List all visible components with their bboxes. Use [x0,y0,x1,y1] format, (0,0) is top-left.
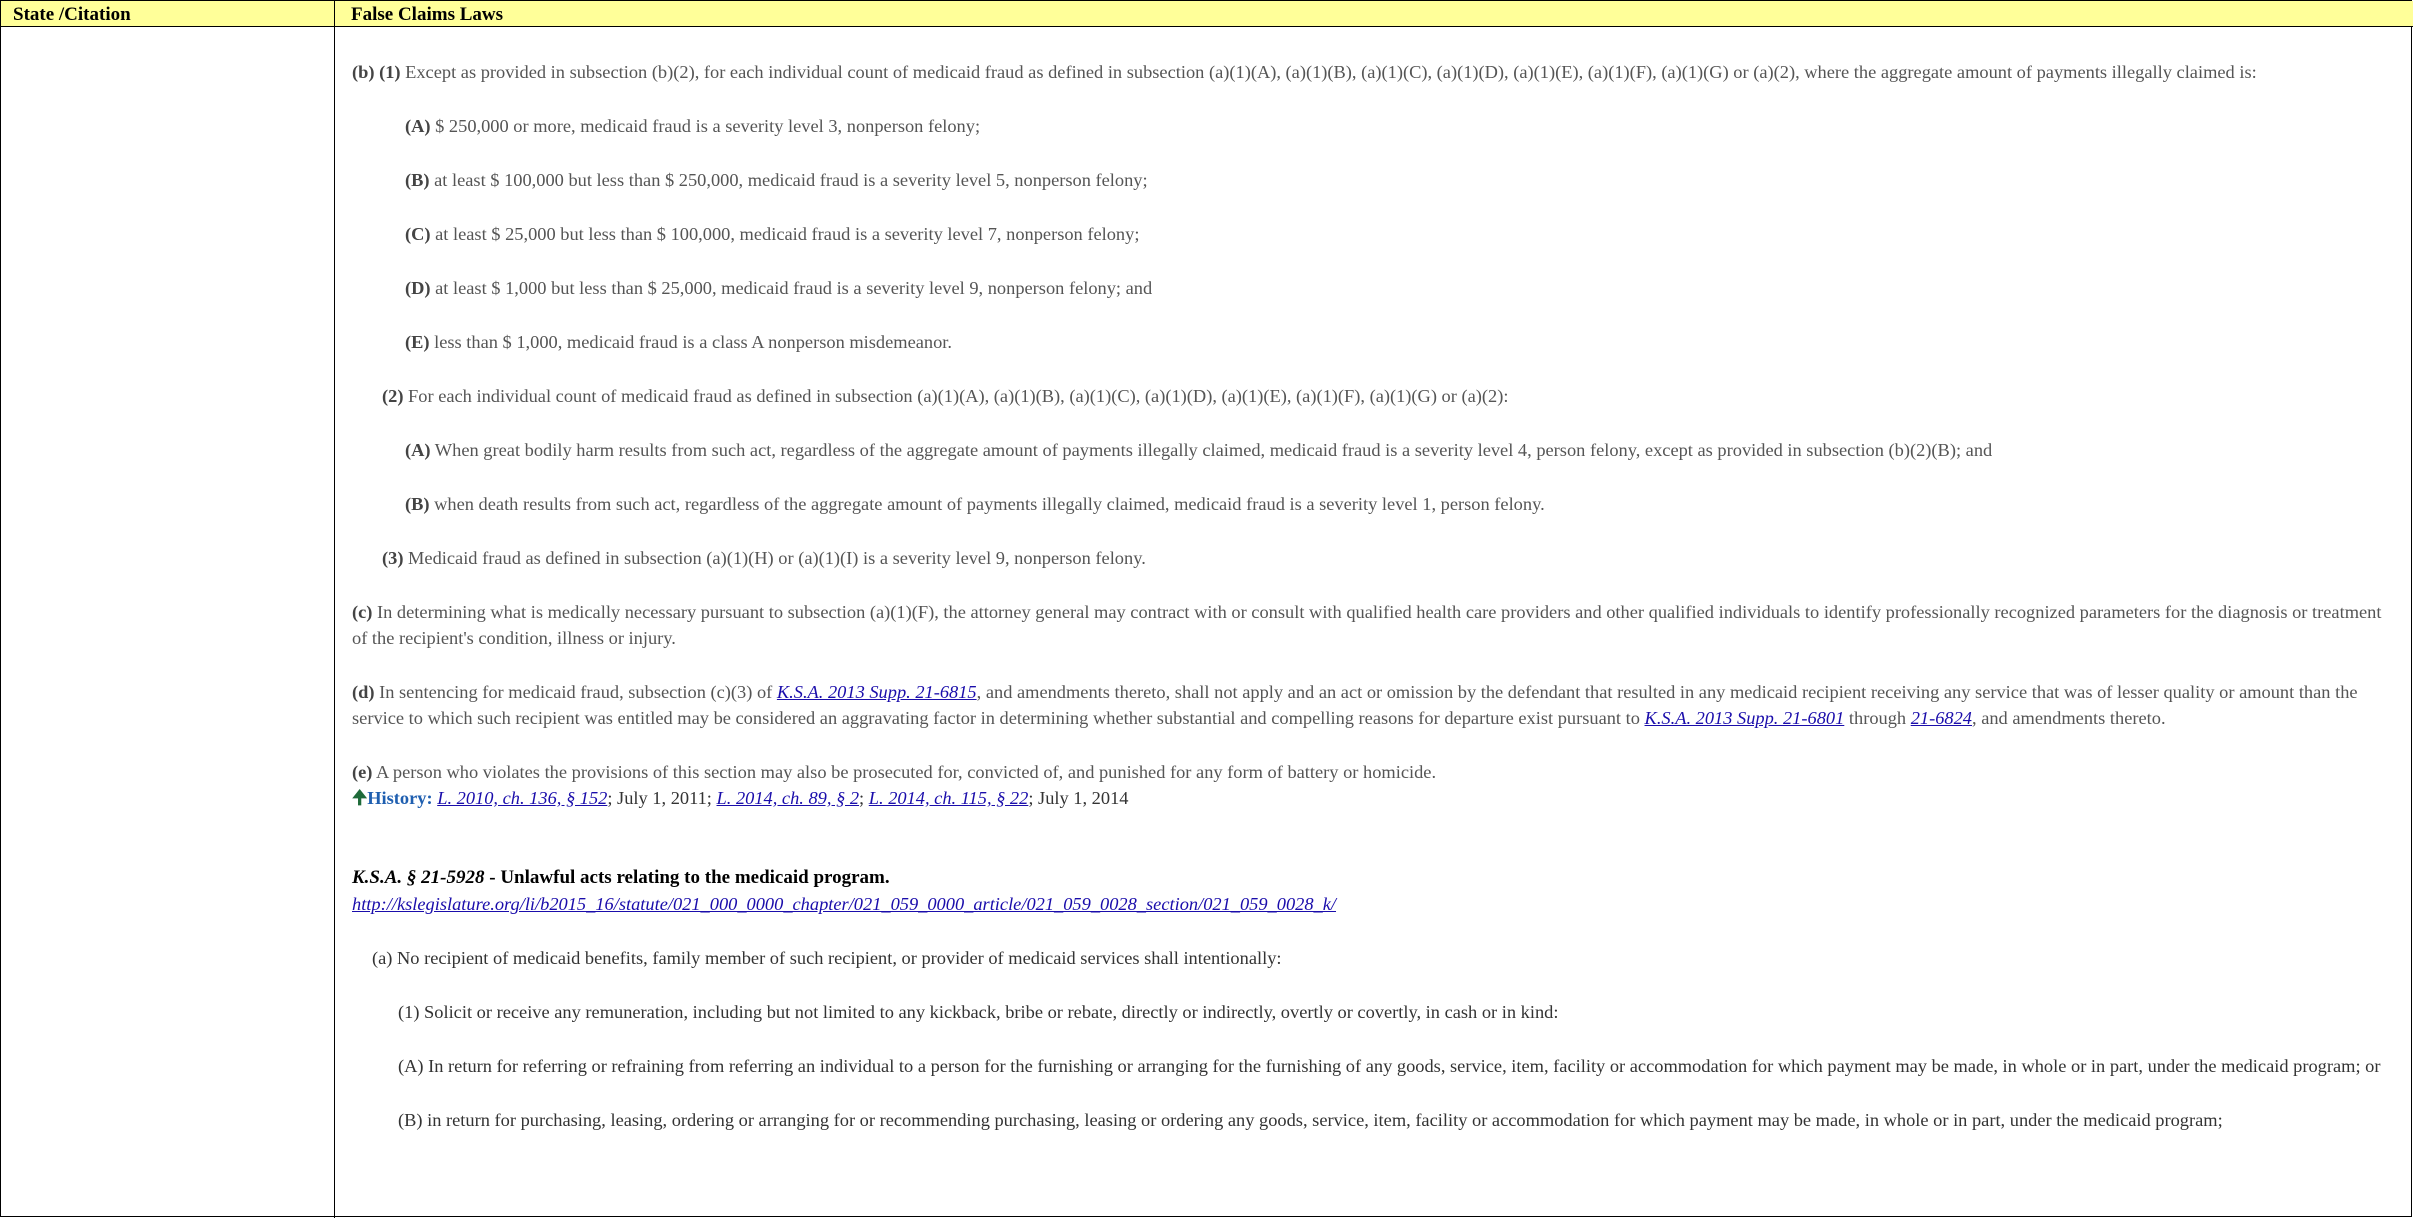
header-state-citation: State /Citation [13,4,131,25]
subsection-d: (d) In sentencing for medicaid fraud, su… [352,679,2392,731]
text: Medicaid fraud as defined in subsection … [403,548,1146,568]
text: A person who violates the provisions of … [372,762,1437,782]
column-divider [334,1,335,1218]
subsection-b2: (2) For each individual count of medicai… [352,383,2392,409]
label: (C) [405,224,431,244]
item-b1A: (A) $ 250,000 or more, medicaid fraud is… [352,113,2392,139]
link-history-3[interactable]: L. 2014, ch. 115, § 22 [869,788,1029,808]
label: (B) [405,170,430,190]
link-ksa-21-6815[interactable]: K.S.A. 2013 Supp. 21-6815 [777,682,977,702]
label: (D) [405,278,431,298]
subsection-b1: (b) (1) Except as provided in subsection… [352,59,2392,85]
subsection-c: (c) In determining what is medically nec… [352,599,2392,651]
section-title: - Unlawful acts relating to the medicaid… [484,867,890,888]
label: (A) [405,116,431,136]
label: (B) [405,494,430,514]
section-url-link[interactable]: http://kslegislature.org/li/b2015_16/sta… [352,894,1336,914]
text: when death results from such act, regard… [429,494,1545,514]
text: through [1844,708,1911,728]
header-false-claims-laws: False Claims Laws [351,4,503,25]
text: ; July 1, 2011; [607,788,717,808]
text: at least $ 25,000 but less than $ 100,00… [430,224,1140,244]
link-21-6824[interactable]: 21-6824 [1911,708,1972,728]
text: In determining what is medically necessa… [352,602,2382,648]
label: (3) [382,548,404,568]
label: (E) [405,332,430,352]
item-b2B: (B) when death results from such act, re… [352,491,2392,517]
label: (e) [352,762,373,782]
text: In sentencing for medicaid fraud, subsec… [374,682,777,702]
section-aB: (B) in return for purchasing, leasing, o… [398,1110,2223,1130]
section-a1: (1) Solicit or receive any remuneration,… [398,1002,1559,1022]
text: Except as provided in subsection (b)(2),… [400,62,2257,82]
text: For each individual count of medicaid fr… [403,386,1509,406]
text: ; [859,788,869,808]
label: (d) [352,682,375,702]
law-text: (b) (1) Except as provided in subsection… [352,59,2392,1133]
text: less than $ 1,000, medicaid fraud is a c… [429,332,953,352]
label: (b) (1) [352,62,401,82]
label: (A) [405,440,431,460]
text: , and amendments thereto. [1972,708,2166,728]
label: (c) [352,602,373,622]
history-label: History: [367,788,433,808]
item-b2A: (A) When great bodily harm results from … [352,437,2392,463]
text: at least $ 1,000 but less than $ 25,000,… [430,278,1153,298]
table-header: State /Citation False Claims Laws [1,1,2413,27]
label: (2) [382,386,404,406]
section-aA: (A) In return for referring or refrainin… [398,1056,2381,1076]
item-b1B: (B) at least $ 100,000 but less than $ 2… [352,167,2392,193]
subsection-b3: (3) Medicaid fraud as defined in subsect… [352,545,2392,571]
subsection-e: (e) A person who violates the provisions… [352,759,2392,785]
text: $ 250,000 or more, medicaid fraud is a s… [430,116,981,136]
section-heading: K.S.A. § 21-5928 - Unlawful acts relatin… [352,865,2392,891]
text: When great bodily harm results from such… [430,440,1993,460]
section-a: (a) No recipient of medicaid benefits, f… [372,948,1282,968]
text: ; July 1, 2014 [1028,788,1129,808]
item-b1C: (C) at least $ 25,000 but less than $ 10… [352,221,2392,247]
history-line: 🠉History: L. 2010, ch. 136, § 152; July … [352,785,2392,811]
text: at least $ 100,000 but less than $ 250,0… [429,170,1148,190]
item-b1D: (D) at least $ 1,000 but less than $ 25,… [352,275,2392,301]
item-b1E: (E) less than $ 1,000, medicaid fraud is… [352,329,2392,355]
link-ksa-21-6801[interactable]: K.S.A. 2013 Supp. 21-6801 [1645,708,1845,728]
link-history-2[interactable]: L. 2014, ch. 89, § 2 [717,788,860,808]
section-cite: K.S.A. § 21-5928 [352,867,485,888]
law-table: State /Citation False Claims Laws (b) (1… [0,0,2413,1218]
up-arrow-icon[interactable]: 🠉 [352,788,367,808]
link-history-1[interactable]: L. 2010, ch. 136, § 152 [437,788,607,808]
section-url-line: http://kslegislature.org/li/b2015_16/sta… [352,891,2392,917]
